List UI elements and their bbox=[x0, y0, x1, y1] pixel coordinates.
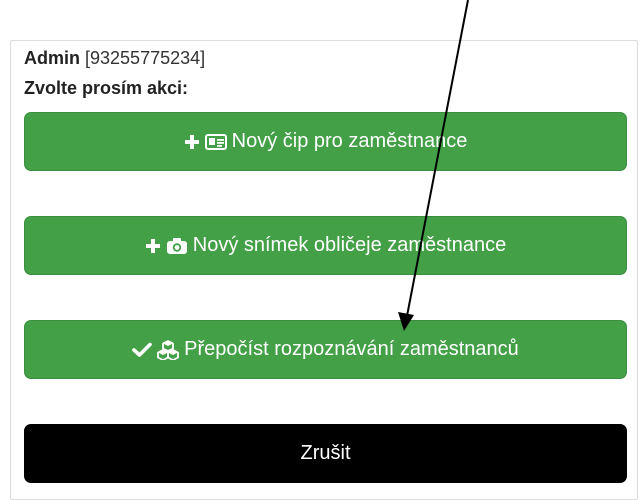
new-face-photo-button[interactable]: Nový snímek obličeje zaměstnance bbox=[24, 216, 627, 275]
plus-icon bbox=[145, 238, 161, 254]
cancel-button[interactable]: Zrušit bbox=[24, 424, 627, 483]
camera-icon bbox=[166, 237, 188, 255]
recalculate-recognition-label: Přepočíst rozpoznávání zaměstnanců bbox=[184, 338, 519, 360]
cubes-icon bbox=[157, 339, 180, 360]
admin-name: Admin bbox=[24, 48, 80, 68]
recalculate-recognition-button[interactable]: Přepočíst rozpoznávání zaměstnanců bbox=[24, 320, 627, 379]
new-chip-button[interactable]: Nový čip pro zaměstnance bbox=[24, 112, 627, 171]
new-chip-label: Nový čip pro zaměstnance bbox=[231, 130, 468, 152]
action-prompt: Zvolte prosím akci: bbox=[24, 78, 189, 98]
check-icon bbox=[132, 342, 152, 358]
admin-line: Admin [93255775234] bbox=[24, 48, 205, 69]
admin-id: [93255775234] bbox=[85, 48, 206, 68]
plus-icon bbox=[184, 134, 200, 150]
new-face-photo-label: Nový snímek obličeje zaměstnance bbox=[192, 234, 507, 256]
id-card-icon bbox=[204, 133, 227, 150]
cancel-label: Zrušit bbox=[300, 442, 351, 464]
